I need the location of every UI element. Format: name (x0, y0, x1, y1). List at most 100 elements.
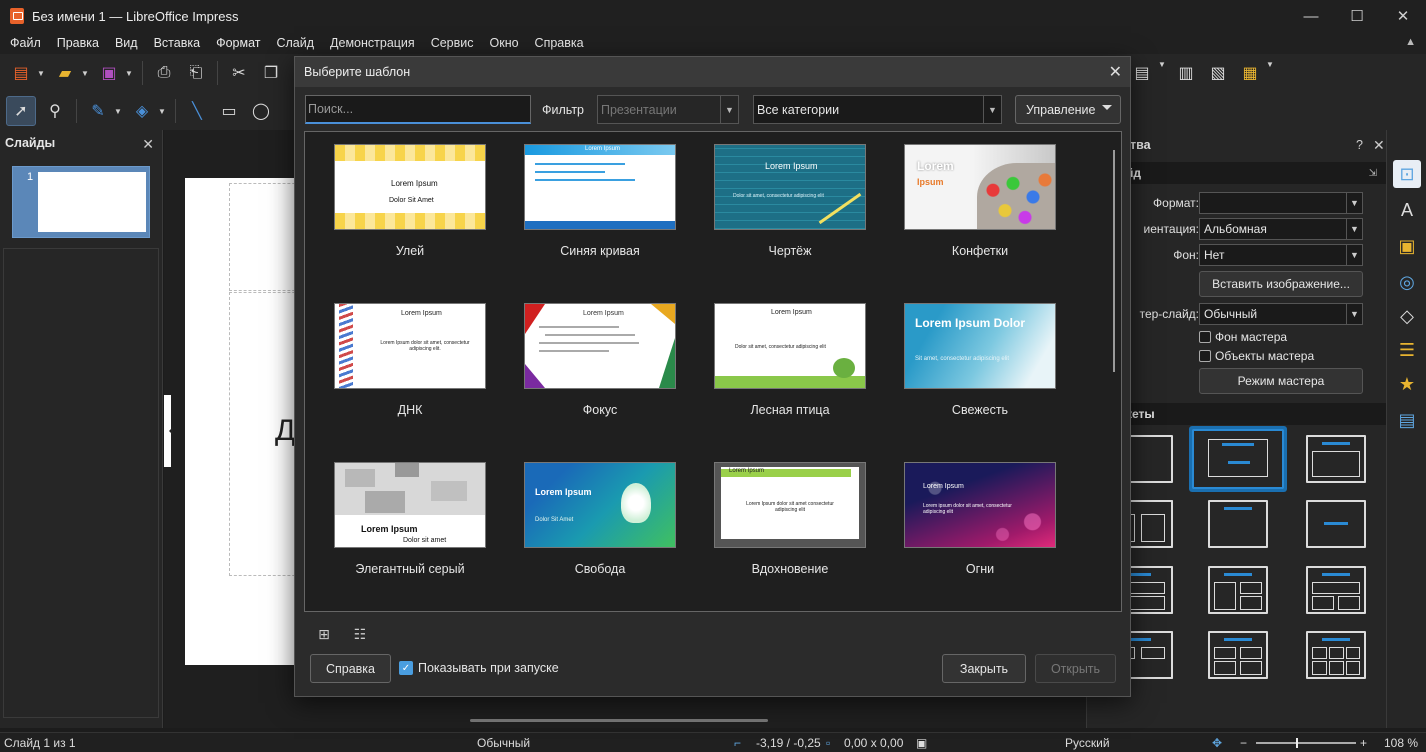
chevron-down-icon[interactable]: ▼ (983, 96, 1001, 123)
thumbnail-view-icon[interactable]: ⊞ (315, 625, 333, 643)
navigator-deck-icon[interactable]: ◎ (1393, 268, 1421, 296)
menu-edit[interactable]: Правка (49, 36, 107, 50)
menu-window[interactable]: Окно (482, 36, 527, 50)
layout-centered-text[interactable] (1306, 500, 1366, 548)
template-item[interactable]: Lorem Ipsum Конфетки (904, 144, 1056, 258)
fit-slide-icon[interactable]: ✥ (1212, 736, 1222, 750)
slide-layout-icon[interactable]: ▤ (1129, 60, 1155, 86)
chevron-down-icon[interactable]: ▼ (1158, 60, 1166, 86)
animation-deck-icon[interactable]: ★ (1393, 370, 1421, 398)
section-slide[interactable]: йд ⇲ (1123, 162, 1387, 184)
zoom-slider[interactable] (1256, 742, 1356, 744)
line-tool-icon[interactable]: ╲ (184, 98, 210, 124)
chevron-down-icon[interactable]: ▼ (81, 69, 89, 78)
help-icon[interactable]: ? (1356, 138, 1363, 152)
open-button[interactable]: Открыть (1035, 654, 1116, 683)
slide-transition-icon[interactable]: ☰ (1393, 336, 1421, 364)
help-button[interactable]: Справка (310, 654, 391, 683)
menu-tools[interactable]: Сервис (423, 36, 482, 50)
rectangle-tool-icon[interactable]: ▭ (216, 98, 242, 124)
layout-title-content-over[interactable] (1306, 566, 1366, 614)
checkbox-box[interactable] (1199, 331, 1211, 343)
print-icon[interactable]: ⎗ (183, 60, 209, 86)
close-icon[interactable]: ✕ (142, 136, 154, 153)
more-options-icon[interactable]: ⇲ (1369, 168, 1377, 179)
layout-title-content[interactable] (1306, 435, 1366, 483)
template-item[interactable]: Lorem Ipsum Dolor sit amet Элегантный се… (334, 462, 486, 576)
layout-title-6-content[interactable] (1306, 631, 1366, 679)
chevron-down-icon[interactable]: ▼ (1346, 304, 1362, 324)
template-item[interactable]: Lorem Ipsum Lorem Ipsum dolor sit amet c… (714, 462, 866, 576)
open-folder-icon[interactable]: ▰ (52, 60, 78, 86)
chevron-down-icon[interactable]: ▼ (114, 107, 122, 116)
template-item[interactable]: Lorem Ipsum Фокус (524, 303, 676, 417)
line-color-icon[interactable]: ✎ (85, 98, 111, 124)
ellipse-tool-icon[interactable]: ◯ (248, 98, 274, 124)
save-icon[interactable]: ▣ (96, 60, 122, 86)
close-window-button[interactable]: ✕ (1380, 0, 1426, 32)
chevron-down-icon[interactable]: ▼ (1346, 219, 1362, 239)
master-objects-checkbox[interactable]: Объекты мастера (1199, 347, 1314, 365)
pane-collapse-handle[interactable] (164, 395, 173, 467)
duplicate-slide-icon[interactable]: ▥ (1173, 60, 1199, 86)
master-background-checkbox[interactable]: Фон мастера (1199, 328, 1287, 346)
section-layouts[interactable]: кеты (1123, 403, 1387, 425)
zoom-level[interactable]: 108 % (1384, 736, 1418, 750)
chevron-down-icon[interactable]: ▼ (1346, 193, 1362, 213)
layout-title-content-2[interactable] (1208, 566, 1268, 614)
insert-image-button[interactable]: Вставить изображение... (1199, 271, 1363, 297)
zoom-in-icon[interactable]: + (1360, 736, 1367, 750)
slide-thumbnail[interactable]: 1 (12, 166, 150, 238)
manage-button[interactable]: Управление (1015, 95, 1121, 124)
new-document-icon[interactable]: ▤ (8, 60, 34, 86)
master-slides-deck-icon[interactable]: ▤ (1393, 406, 1421, 434)
chevron-down-icon[interactable]: ▼ (158, 107, 166, 116)
template-item[interactable]: Lorem Ipsum Lorem ipsum dolor sit amet, … (904, 462, 1056, 576)
master-slide-combo[interactable]: Обычный ▼ (1199, 303, 1363, 325)
template-gallery[interactable]: Lorem Ipsum Dolor Sit Amet Улей Lorem Ip… (304, 131, 1122, 612)
menu-view[interactable]: Вид (107, 36, 146, 50)
menu-insert[interactable]: Вставка (146, 36, 208, 50)
minimize-button[interactable]: — (1288, 0, 1334, 32)
template-item[interactable]: Lorem Ipsum Dolor Sit amet, consectetur … (904, 303, 1056, 417)
orientation-combo[interactable]: Альбомная ▼ (1199, 218, 1363, 240)
zoom-out-icon[interactable]: − (1240, 736, 1247, 750)
checkbox-box[interactable] (1199, 350, 1211, 362)
filter-combo[interactable]: Презентации ▼ (597, 95, 739, 124)
chevron-down-icon[interactable]: ▼ (37, 69, 45, 78)
cut-icon[interactable]: ✂ (226, 60, 252, 86)
chevron-down-icon[interactable]: ▼ (1266, 60, 1274, 86)
list-view-icon[interactable]: ☷ (351, 625, 369, 643)
slides-list-area[interactable] (3, 248, 159, 718)
menu-file[interactable]: Файл (2, 36, 49, 50)
master-mode-button[interactable]: Режим мастера (1199, 368, 1363, 394)
horizontal-scrollbar[interactable] (470, 719, 768, 722)
styles-deck-icon[interactable]: A (1393, 196, 1421, 224)
menu-format[interactable]: Формат (208, 36, 268, 50)
document-modified-icon[interactable]: ▣ (916, 736, 927, 750)
language[interactable]: Русский (1065, 736, 1110, 750)
template-item[interactable]: Lorem Ipsum Dolor Sit Amet Свобода (524, 462, 676, 576)
chevron-down-icon[interactable]: ▼ (720, 96, 738, 123)
gallery-deck-icon[interactable]: ▣ (1393, 232, 1421, 260)
menu-slideshow[interactable]: Демонстрация (322, 36, 423, 50)
menu-slide[interactable]: Слайд (268, 36, 322, 50)
slide-page[interactable]: Д (185, 178, 305, 665)
copy-icon[interactable]: ❐ (258, 60, 284, 86)
zoom-pan-icon[interactable]: ⚲ (42, 98, 68, 124)
master-slide-icon[interactable]: ▦ (1237, 60, 1263, 86)
menu-help[interactable]: Справка (527, 36, 592, 50)
close-icon[interactable]: ✕ (1373, 137, 1385, 154)
show-on-startup-checkbox[interactable]: ✓ Показывать при запуске (399, 661, 559, 675)
background-combo[interactable]: Нет ▼ (1199, 244, 1363, 266)
layout-title-4-content[interactable] (1208, 631, 1268, 679)
properties-deck-icon[interactable]: ⊡ (1393, 160, 1421, 188)
category-combo[interactable]: Все категории ▼ (753, 95, 1002, 124)
layout-title-slide[interactable] (1192, 429, 1284, 489)
template-search-input[interactable]: Поиск... (305, 95, 531, 124)
close-button[interactable]: Закрыть (942, 654, 1026, 683)
collapse-toolbar-icon[interactable]: ▲ (1405, 36, 1416, 48)
format-combo[interactable]: ▼ (1199, 192, 1363, 214)
gallery-scrollbar[interactable] (1113, 150, 1115, 372)
chevron-down-icon[interactable]: ▼ (1346, 245, 1362, 265)
